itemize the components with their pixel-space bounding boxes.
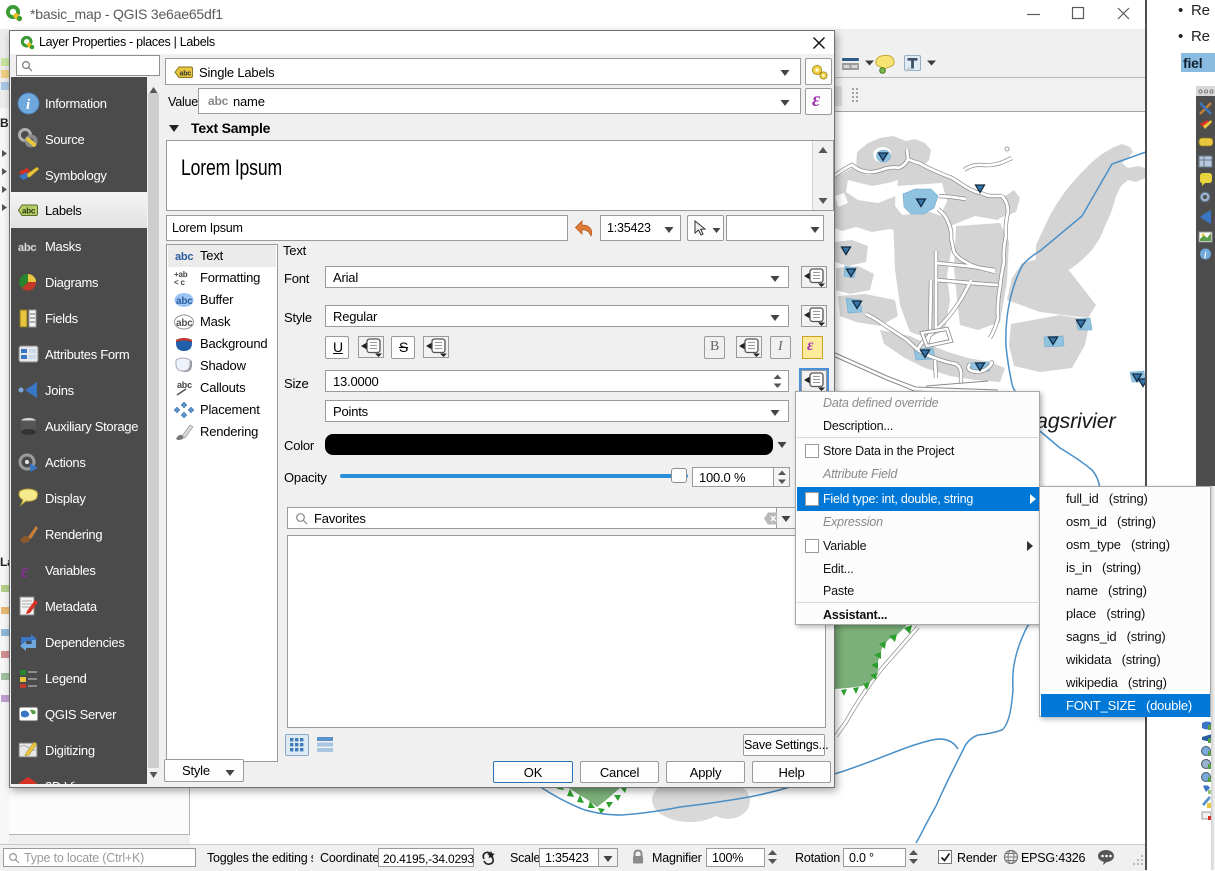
svg-text:abc: abc xyxy=(18,242,36,254)
svg-text:abc: abc xyxy=(177,380,192,390)
svg-text:abc: abc xyxy=(176,296,193,307)
svg-text:abc: abc xyxy=(22,207,36,216)
svg-text:abc: abc xyxy=(180,71,192,78)
svg-text:< c: < c xyxy=(174,278,185,287)
svg-text:agsrivier: agsrivier xyxy=(1036,409,1116,433)
svg-text:abc: abc xyxy=(176,318,193,329)
svg-text:abc: abc xyxy=(175,251,193,263)
svg-text:ε: ε xyxy=(21,561,29,582)
